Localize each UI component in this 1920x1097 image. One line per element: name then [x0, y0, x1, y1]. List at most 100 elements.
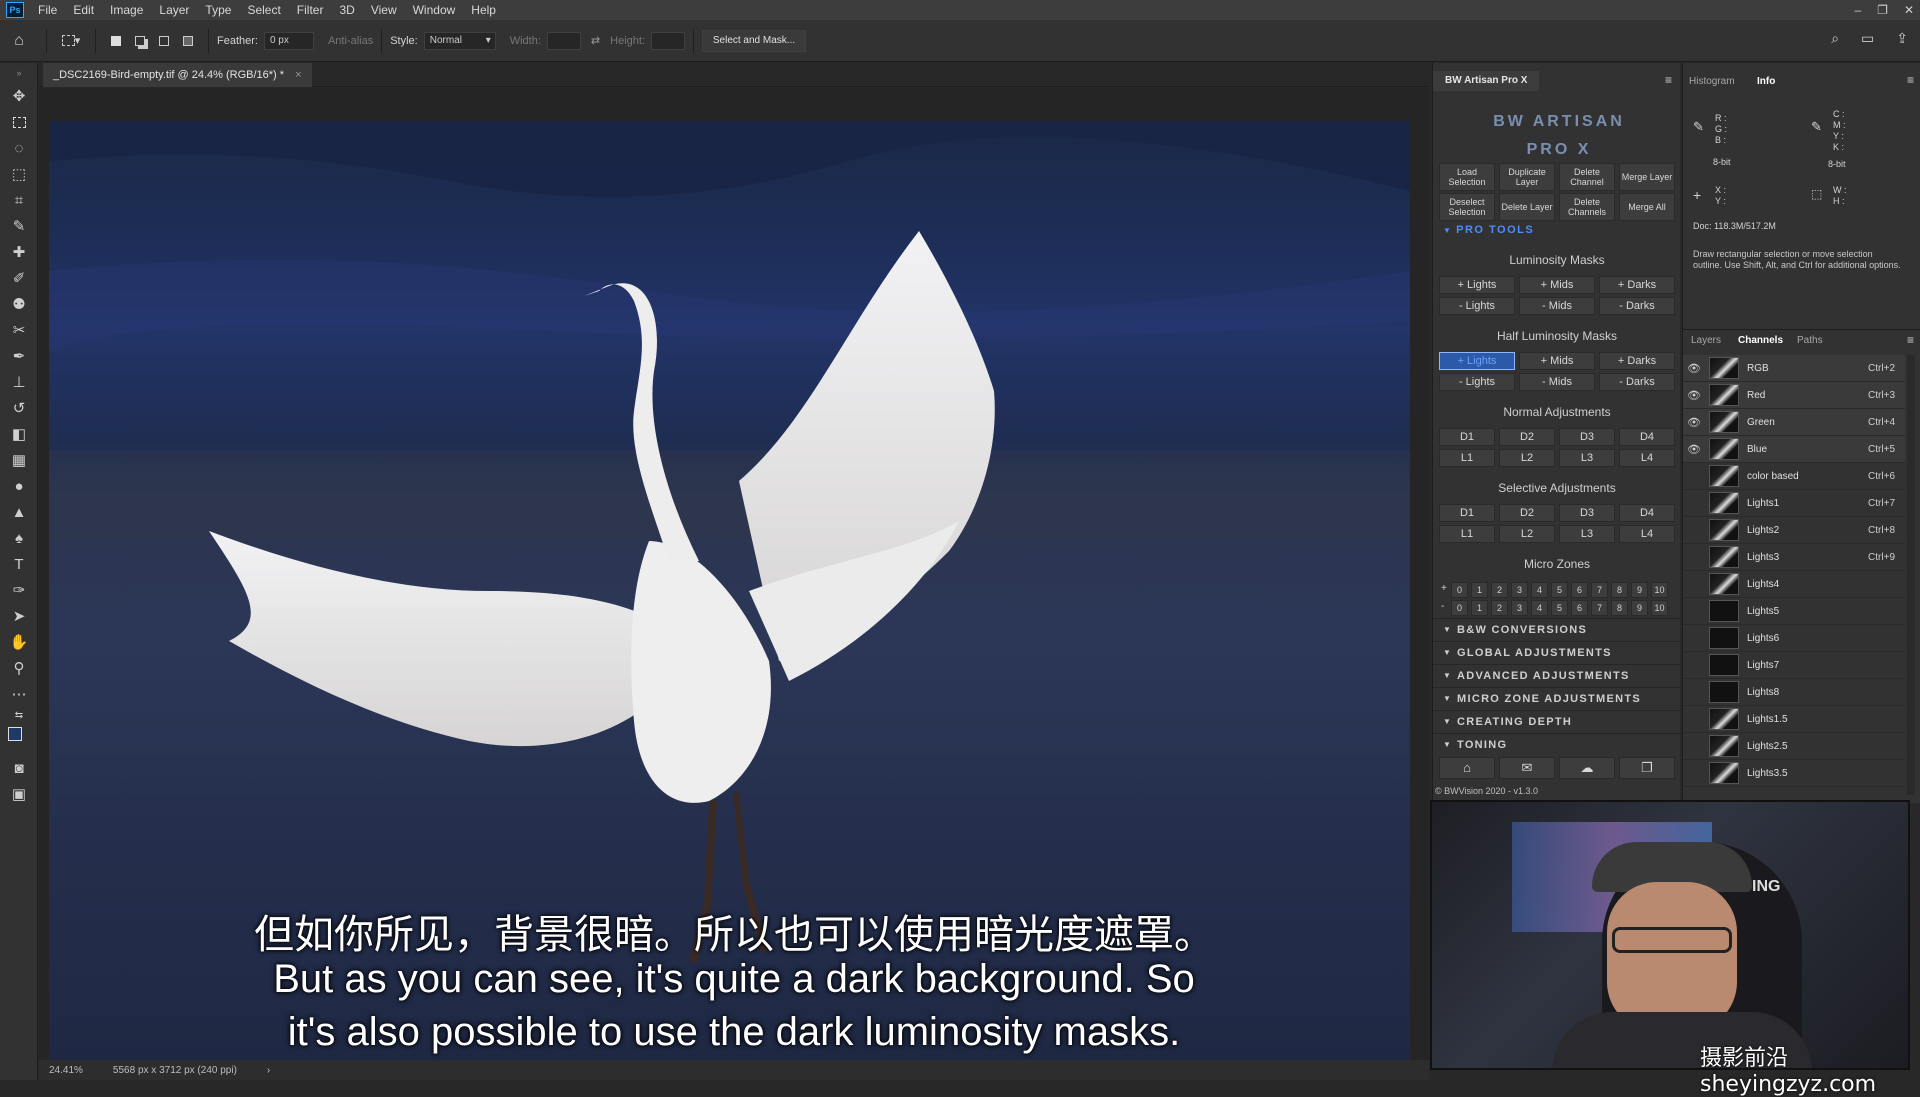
- delete-channels-button[interactable]: Delete Channels: [1559, 193, 1615, 221]
- micro-zone-minus-7-button[interactable]: 7: [1591, 600, 1608, 616]
- blur-tool-icon[interactable]: ●: [0, 473, 38, 499]
- half-plus-darks-button[interactable]: + Darks: [1599, 352, 1675, 370]
- lasso-tool-icon[interactable]: ◌: [0, 135, 38, 161]
- channel-row[interactable]: 👁 RGB Ctrl+2: [1683, 355, 1905, 382]
- half-plus-mids-button[interactable]: + Mids: [1519, 352, 1595, 370]
- micro-zone-minus-0-button[interactable]: 0: [1451, 600, 1468, 616]
- intersect-selection-icon[interactable]: [176, 29, 200, 53]
- selective-l3-button[interactable]: L3: [1559, 525, 1615, 543]
- channel-row[interactable]: 👁 Green Ctrl+4: [1683, 409, 1905, 436]
- normal-d3-button[interactable]: D3: [1559, 428, 1615, 446]
- channel-row[interactable]: Lights3 Ctrl+9: [1683, 544, 1905, 571]
- menu-view[interactable]: View: [363, 3, 405, 17]
- copy-icon[interactable]: ❐: [1619, 757, 1675, 779]
- channel-row[interactable]: Lights3.5: [1683, 760, 1905, 787]
- selective-d3-button[interactable]: D3: [1559, 504, 1615, 522]
- selective-d2-button[interactable]: D2: [1499, 504, 1555, 522]
- share-icon[interactable]: ⇪: [1896, 30, 1908, 47]
- merge-layer-button[interactable]: Merge Layer: [1619, 163, 1675, 191]
- normal-l1-button[interactable]: L1: [1439, 449, 1495, 467]
- half-minus-darks-button[interactable]: - Darks: [1599, 373, 1675, 391]
- search-icon[interactable]: ⌕: [1831, 30, 1839, 47]
- style-select[interactable]: Normal ▾: [423, 31, 496, 50]
- mail-icon[interactable]: ✉: [1499, 757, 1555, 779]
- feather-input[interactable]: 0 px: [263, 31, 314, 50]
- micro-zone-plus-9-button[interactable]: 9: [1631, 582, 1648, 598]
- menu-filter[interactable]: Filter: [289, 3, 332, 17]
- lum-minus-darks-button[interactable]: - Darks: [1599, 297, 1675, 315]
- lum-plus-mids-button[interactable]: + Mids: [1519, 276, 1595, 294]
- close-icon[interactable]: ✕: [1904, 3, 1914, 17]
- object-select-tool-icon[interactable]: ⬚: [0, 161, 38, 187]
- zoom-level[interactable]: 24.41%: [49, 1065, 83, 1076]
- half-plus-lights-button[interactable]: + Lights: [1439, 352, 1515, 370]
- new-selection-icon[interactable]: [104, 29, 128, 53]
- history-brush-tool-icon[interactable]: ✂: [0, 317, 38, 343]
- micro-zone-minus-4-button[interactable]: 4: [1531, 600, 1548, 616]
- channel-row[interactable]: Lights2.5: [1683, 733, 1905, 760]
- normal-d2-button[interactable]: D2: [1499, 428, 1555, 446]
- menu-image[interactable]: Image: [102, 3, 151, 17]
- merge-all-button[interactable]: Merge All: [1619, 193, 1675, 221]
- channel-row[interactable]: Lights1.5: [1683, 706, 1905, 733]
- lum-plus-lights-button[interactable]: + Lights: [1439, 276, 1515, 294]
- section-creating-depth[interactable]: ▼ CREATING DEPTH: [1433, 710, 1681, 732]
- marquee-preset-icon[interactable]: ▾: [55, 29, 87, 53]
- foreground-color-swatch[interactable]: [8, 727, 22, 741]
- visibility-eye-icon[interactable]: 👁: [1683, 362, 1705, 375]
- cloud-upload-icon[interactable]: ☁: [1559, 757, 1615, 779]
- pro-tools-header[interactable]: ▼ PRO TOOLS: [1443, 224, 1534, 236]
- channel-row[interactable]: color based Ctrl+6: [1683, 463, 1905, 490]
- delete-channel-button[interactable]: Delete Channel: [1559, 163, 1615, 191]
- micro-zone-minus-3-button[interactable]: 3: [1511, 600, 1528, 616]
- close-tab-icon[interactable]: ×: [295, 69, 301, 81]
- workspace-icon[interactable]: ▭: [1861, 30, 1874, 47]
- selective-l2-button[interactable]: L2: [1499, 525, 1555, 543]
- hand-tool-icon[interactable]: ✋: [0, 629, 38, 655]
- more-tools-icon[interactable]: ⋯: [0, 681, 38, 707]
- menu-window[interactable]: Window: [405, 3, 464, 17]
- section-advanced-adjustments[interactable]: ▼ ADVANCED ADJUSTMENTS: [1433, 664, 1681, 686]
- normal-l4-button[interactable]: L4: [1619, 449, 1675, 467]
- select-and-mask-button[interactable]: Select and Mask...: [702, 29, 806, 52]
- tab-channels[interactable]: Channels: [1738, 330, 1783, 352]
- screen-mode-icon[interactable]: ▣: [0, 781, 38, 807]
- swap-dimensions-icon[interactable]: ⇄: [591, 34, 600, 47]
- menu-file[interactable]: File: [30, 3, 65, 17]
- section-global-adjustments[interactable]: ▼ GLOBAL ADJUSTMENTS: [1433, 641, 1681, 663]
- micro-zone-plus-6-button[interactable]: 6: [1571, 582, 1588, 598]
- section-toning[interactable]: ▼ TONING: [1433, 733, 1681, 755]
- micro-zone-plus-5-button[interactable]: 5: [1551, 582, 1568, 598]
- clone-stamp-tool-icon[interactable]: ⚉: [0, 291, 38, 317]
- paint-brush-icon[interactable]: ✒: [0, 343, 38, 369]
- tab-paths[interactable]: Paths: [1797, 330, 1823, 352]
- half-minus-mids-button[interactable]: - Mids: [1519, 373, 1595, 391]
- sharpen-tool-icon[interactable]: ▲: [0, 499, 38, 525]
- micro-zone-plus-0-button[interactable]: 0: [1451, 582, 1468, 598]
- brush-tool-icon[interactable]: ✐: [0, 265, 38, 291]
- menu-3d[interactable]: 3D: [331, 3, 362, 17]
- history-icon[interactable]: ↺: [0, 395, 38, 421]
- status-arrow-icon[interactable]: ›: [267, 1065, 270, 1076]
- panel-menu-icon[interactable]: ≡: [1665, 73, 1672, 87]
- color-swatches[interactable]: [0, 723, 38, 755]
- eraser-tool-icon[interactable]: ◧: [0, 421, 38, 447]
- channel-row[interactable]: 👁 Red Ctrl+3: [1683, 382, 1905, 409]
- channel-row[interactable]: Lights4: [1683, 571, 1905, 598]
- micro-zone-plus-7-button[interactable]: 7: [1591, 582, 1608, 598]
- channel-row[interactable]: 👁 Blue Ctrl+5: [1683, 436, 1905, 463]
- section-bw-conversions[interactable]: ▼ B&W CONVERSIONS: [1433, 618, 1681, 640]
- marquee-tool-icon[interactable]: [0, 109, 38, 135]
- height-input[interactable]: [651, 31, 685, 50]
- load-selection-button[interactable]: Load Selection: [1439, 163, 1495, 191]
- half-minus-lights-button[interactable]: - Lights: [1439, 373, 1515, 391]
- gradient-tool-icon[interactable]: ▦: [0, 447, 38, 473]
- add-selection-icon[interactable]: [128, 29, 152, 53]
- normal-l2-button[interactable]: L2: [1499, 449, 1555, 467]
- micro-zone-minus-8-button[interactable]: 8: [1611, 600, 1628, 616]
- channel-row[interactable]: Lights5: [1683, 598, 1905, 625]
- micro-zone-minus-9-button[interactable]: 9: [1631, 600, 1648, 616]
- tab-histogram[interactable]: Histogram: [1689, 71, 1735, 93]
- collapse-icon[interactable]: »: [0, 63, 38, 83]
- spot-healing-tool-icon[interactable]: ✚: [0, 239, 38, 265]
